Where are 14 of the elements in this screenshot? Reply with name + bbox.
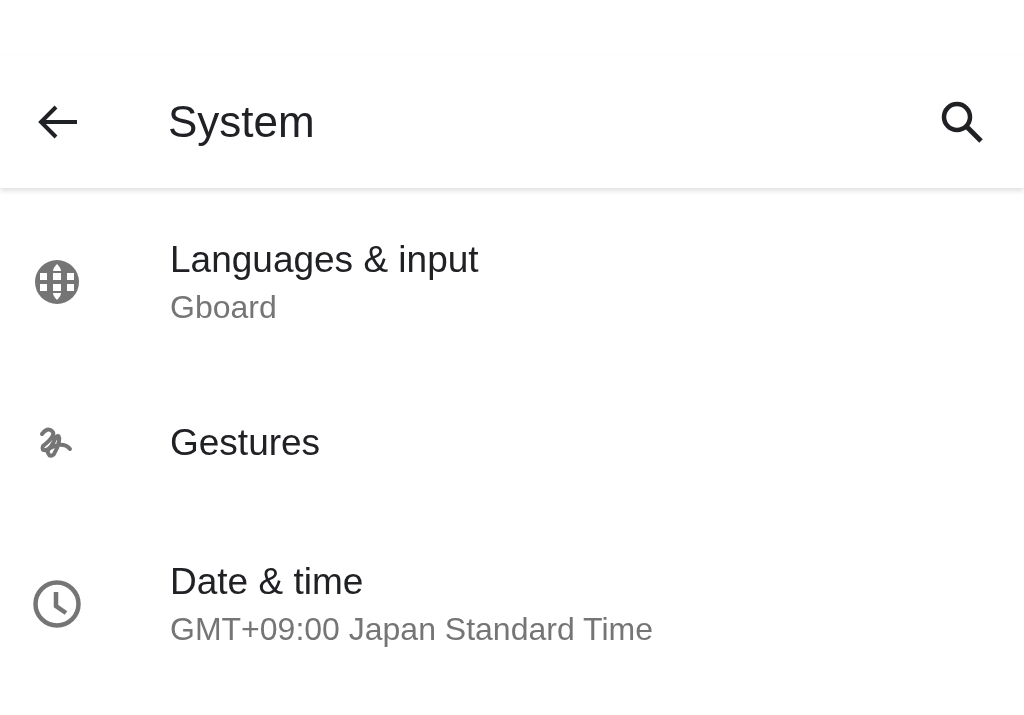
- settings-item[interactable]: Date & time GMT+09:00 Japan Standard Time: [0, 510, 1024, 698]
- item-title: Date & time: [170, 560, 365, 603]
- item-summary: Gboard: [170, 288, 278, 326]
- item-summary: GMT+09:00 Japan Standard Time: [170, 610, 653, 648]
- clock-icon: [32, 579, 82, 629]
- back-arrow-icon: [37, 103, 79, 140]
- settings-item[interactable]: Gestures: [0, 376, 1024, 510]
- item-title: Gestures: [170, 422, 321, 464]
- item-title: Languages & input: [170, 238, 479, 281]
- settings-item[interactable]: Languages & input Gboard: [0, 188, 1024, 376]
- screen-title: System: [168, 96, 316, 147]
- squiggle-icon: [39, 426, 75, 460]
- search-icon: [940, 100, 984, 143]
- globe-icon: [32, 257, 82, 307]
